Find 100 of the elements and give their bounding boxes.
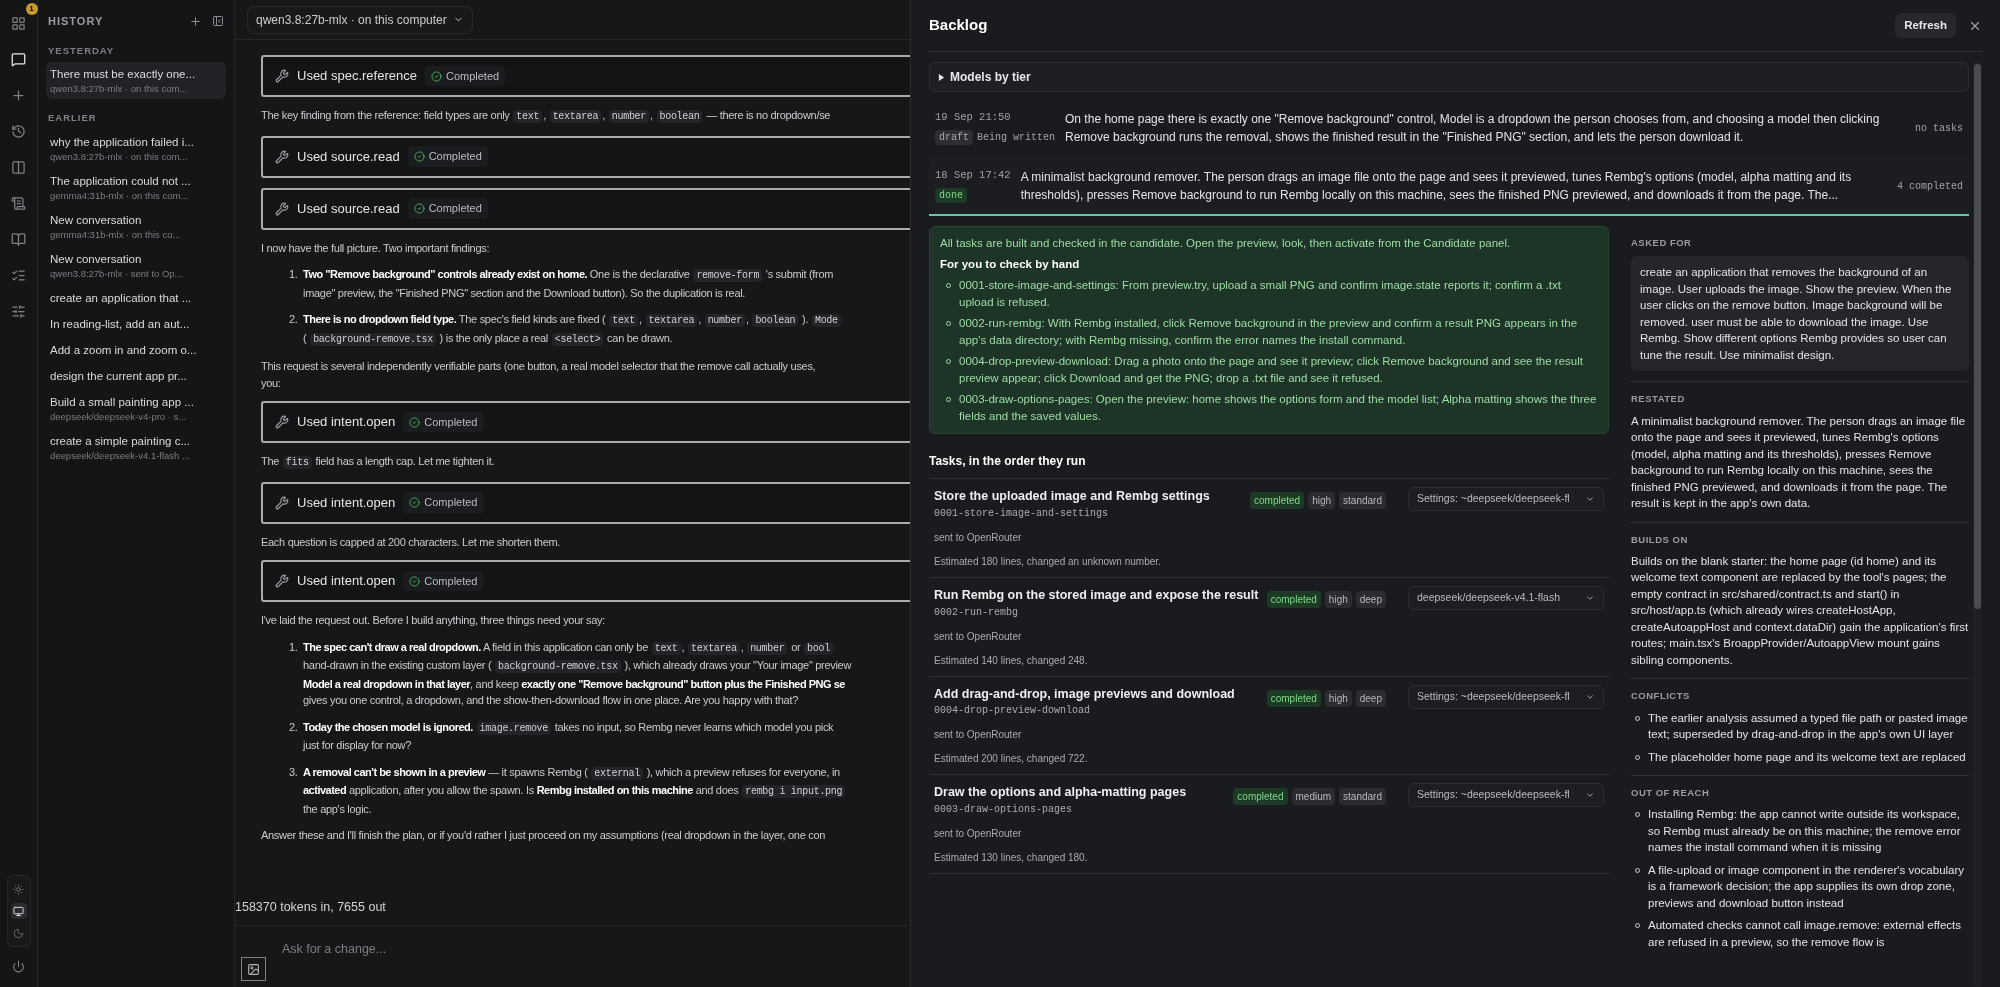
- history-item[interactable]: In reading-list, add an aut...: [46, 311, 226, 336]
- refresh-button[interactable]: Refresh: [1895, 12, 1956, 39]
- tool-name: Used source.read: [297, 147, 400, 166]
- request-quote: create an application that removes the background of an image. User uploads the image. Show the preview. When the user clicks on the remove button. Image background will be removed. user must be able to download the image. Use Rembg. Show different options Rembg provides so user can tune the result. Use minimalist design.: [1631, 256, 1969, 372]
- check-circle-icon: [413, 151, 425, 162]
- history-item[interactable]: New conversation qwen3.8:27b-mlx · sent to Op...: [46, 246, 226, 284]
- message-input[interactable]: Ask for a change...: [235, 926, 910, 959]
- check-circle-icon: [413, 203, 425, 214]
- status-badge: Completed: [403, 492, 484, 513]
- task-route: sent to OpenRouter: [934, 728, 1023, 743]
- task-id: 0003-draw-options-pages: [934, 803, 1074, 817]
- section-list-item: Installing Rembg: the app cannot write outside its workspace, so Rembg must already be on this machine; the remove error names the install command when it is missing: [1648, 807, 1962, 856]
- models-by-tier-toggle[interactable]: Models by tier: [929, 62, 1969, 92]
- check-item: 0001-store-image-and-settings: From preview.try, upload a small PNG and confirm image.state reports it; confirm a .txt upload is refused.: [959, 278, 1562, 310]
- theme-button[interactable]: [10, 903, 27, 919]
- history-item[interactable]: create a simple painting c... deepseek/deepseek-v4.1-flash ...: [46, 428, 226, 466]
- wrench-icon: [275, 415, 289, 429]
- sliders-icon[interactable]: [11, 303, 26, 319]
- history-item[interactable]: The application could not ... gemma4:31b-mlx · on this com...: [46, 168, 226, 206]
- model-select[interactable]: deepseek/deepseek-v4.1-flash: [1408, 585, 1604, 610]
- section-heading: RESTATED: [1631, 392, 1686, 407]
- spec-time: 19 Sep 21:50: [935, 110, 1012, 125]
- history-item[interactable]: create an application that ...: [46, 285, 226, 310]
- status-badge: Completed: [424, 65, 506, 87]
- tool-name: Used intent.open: [297, 493, 396, 512]
- list-item: 1. Two "Remove background" controls already exist on home. One is the declarative remove-form 's submit (from image" preview, the "Finished PNG" section and the Download button). So the duplication is real.: [289, 267, 835, 301]
- section-list-item: Automated checks cannot call image.remove: external effects are refused in a preview, so the remove flow is: [1648, 918, 1962, 950]
- history-item[interactable]: There must be exactly one... qwen3.8:27b-mlx · on this com...: [46, 62, 226, 100]
- task-tag: high: [1324, 689, 1352, 707]
- notification-badge: 1: [25, 3, 38, 15]
- tool-name: Used source.read: [297, 199, 400, 218]
- tool-call-card[interactable]: Used source.read Completed: [261, 135, 910, 178]
- history-item[interactable]: design the current app pr...: [46, 363, 226, 388]
- image-icon: [247, 962, 260, 976]
- task-estimate: Estimated 200 lines, changed 722.: [934, 752, 1089, 767]
- task-tag: high: [1308, 492, 1336, 509]
- section-heading: CONFLICTS: [1631, 689, 1691, 704]
- tool-call-card[interactable]: Used source.read Completed: [261, 187, 910, 230]
- book-icon[interactable]: [11, 231, 26, 247]
- model-selector[interactable]: qwen3.8:27b-mlx · on this computer: [247, 5, 473, 34]
- model-select[interactable]: Settings: ~deepseek/deepseek-fl: [1408, 783, 1604, 808]
- sidebar-title: HISTORY: [48, 13, 104, 29]
- task-tag: medium: [1291, 788, 1336, 806]
- task-title: Draw the options and alpha-matting pages: [934, 784, 1188, 802]
- tool-call-card[interactable]: Used intent.open Completed: [261, 401, 910, 443]
- token-usage: 158370 tokens in, 7655 out: [235, 899, 387, 917]
- tool-call-card[interactable]: Used intent.open Completed: [261, 481, 910, 524]
- power-icon[interactable]: [12, 959, 25, 973]
- plus-icon[interactable]: [189, 14, 202, 28]
- task-tag: standard: [1339, 788, 1386, 806]
- tool-call-card[interactable]: Used spec.reference Completed: [261, 55, 910, 97]
- task-title: Run Rembg on the stored image and expose the result: [934, 586, 1259, 604]
- plus-icon[interactable]: [11, 87, 26, 103]
- task-tag: deep: [1355, 590, 1386, 608]
- grid-icon[interactable]: [11, 15, 26, 31]
- history-item[interactable]: Add a zoom in and zoom o...: [46, 337, 226, 362]
- spec-time: 18 Sep 17:42: [935, 168, 1011, 183]
- history-item[interactable]: New conversation gemma4:31b-mlx · on this co...: [46, 207, 226, 245]
- task-id: 0001-store-image-and-settings: [934, 506, 1110, 521]
- task-tag: completed: [1266, 590, 1321, 608]
- task-estimate: Estimated 180 lines, changed an unknown number.: [934, 554, 1162, 569]
- task-id: 0002-run-rembg: [934, 605, 1019, 620]
- history-item[interactable]: why the application failed i... qwen3.8:27b-mlx · on this com...: [46, 129, 226, 167]
- tool-name: Used spec.reference: [297, 67, 417, 86]
- scroll-icon[interactable]: [11, 195, 26, 211]
- wrench-icon: [275, 69, 289, 83]
- attach-image-button[interactable]: [241, 957, 266, 981]
- check-heading: For you to check by hand: [940, 257, 1081, 272]
- task-route: sent to OpenRouter: [934, 530, 1023, 545]
- check-circle-icon: [430, 70, 442, 82]
- chat-paragraph: The key finding from the reference: field types are only text , textarea , number , boolean — there is no dropdown/se: [261, 108, 832, 125]
- section-text: A minimalist background remover. The person drags an image file onto the page and sees it previewed, tunes Rembg's options (model, alpha matting and its thresholds), presses Remove background to run Rembg locally on this machine, sees the finished PNG previewed, and downloads it from the page. The result is kept in the app's own data.: [1631, 413, 1967, 511]
- task-route: sent to OpenRouter: [934, 827, 1023, 841]
- status-badge: draft: [935, 129, 973, 145]
- model-select[interactable]: Settings: ~deepseek/deepseek-fl: [1408, 487, 1604, 511]
- chat-paragraph: I now have the full picture. Two important findings:: [261, 240, 491, 256]
- history-item[interactable]: Build a small painting app ... deepseek/deepseek-v4-pro · s...: [46, 389, 226, 427]
- caret-icon: [938, 73, 945, 81]
- spec-summary: On the home page there is exactly one "Remove background" control, Model is a dropdown the person chooses from, and choosing a model then clicking Remove background runs the removal, shows the finished result in the "Finished PNG" section, and lets the person download it.: [1065, 111, 1881, 146]
- chat-icon[interactable]: [11, 51, 26, 67]
- task-count: 4 completed: [1897, 179, 1963, 194]
- list-item: 3. A removal can't be shown in a preview — it spawns Rembg ( external ), which a preview refuses for everyone, in activated application, after you allow the spawn. Is Rembg installed on this machine and does rembg i input.png the app's logic.: [289, 763, 910, 817]
- section-heading: OUT OF REACH: [1631, 786, 1711, 800]
- check-item: 0003-draw-options-pages: Open the preview: home shows the options form and the model list; Alpha matting shows the three fields and the saved values.: [959, 392, 1598, 424]
- model-select[interactable]: Settings: ~deepseek/deepseek-fl: [1408, 684, 1604, 709]
- section-list-item: The earlier analysis assumed a typed file path or pasted image text; superseded by drag-and-drop in the app's own UI layer: [1648, 710, 1969, 742]
- status-badge: Completed: [407, 198, 488, 219]
- tool-call-card[interactable]: Used intent.open Completed: [261, 560, 910, 602]
- chat-paragraph: I've laid the request out. Before I build anything, three things need your say:: [261, 613, 607, 628]
- checklist-icon[interactable]: [11, 267, 26, 283]
- task-estimate: Estimated 140 lines, changed 248.: [934, 653, 1089, 668]
- collapse-sidebar-icon[interactable]: [212, 15, 224, 27]
- task-route: sent to OpenRouter: [934, 629, 1023, 644]
- panel-icon[interactable]: [11, 159, 26, 175]
- spec-summary: A minimalist background remover. The person drags an image file onto the page and sees it previewed, tunes Rembg's options (model, alpha matting and its thresholds), presses Remove background to run Rembg locally on this machine, sees the finished PNG previewed, and downloads it from the page. The...: [1020, 169, 1853, 204]
- scrollbar-thumb[interactable]: [1974, 64, 1981, 609]
- sun-icon: [13, 883, 24, 895]
- group-label: EARLIER: [47, 111, 98, 126]
- chat-paragraph: This request is several independently verifiable parts (one button, a real model selector that the remove call actually uses, you:: [261, 359, 817, 391]
- history-icon[interactable]: [11, 123, 26, 139]
